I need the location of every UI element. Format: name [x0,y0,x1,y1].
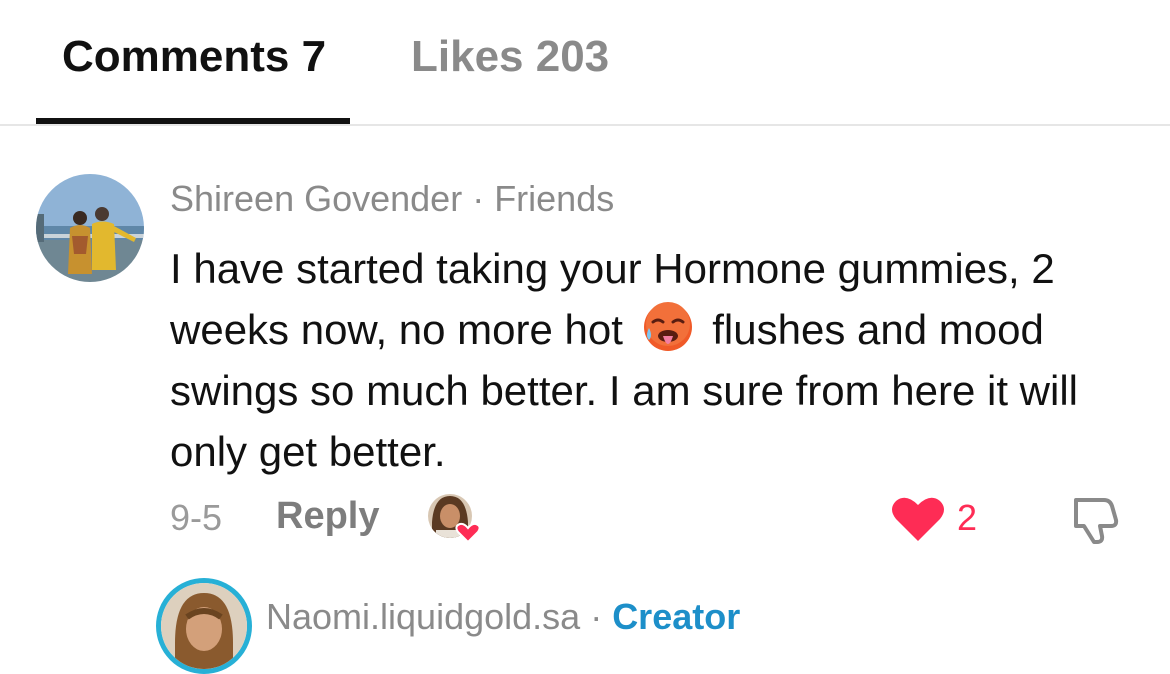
reply-author-separator: · [580,596,613,637]
comment-date: 9-5 [170,497,223,538]
like-heart-icon[interactable] [890,495,946,543]
reply-author-line: Naomi.liquidgold.sa · Creator [266,596,740,638]
tab-likes[interactable]: Likes 203 [411,32,609,82]
comment-body: I have started taking your Hormone gummi… [170,238,1150,482]
tab-comments[interactable]: Comments 7 [62,32,326,82]
reply-author-name[interactable]: Naomi.liquidgold.sa [266,596,580,637]
author-separator: · [462,178,495,219]
active-tab-indicator [36,118,350,124]
comment-author-line: Shireen Govender · Friends [170,178,614,220]
like-count: 2 [957,497,978,538]
reply-button[interactable]: Reply [276,495,379,538]
tab-bar: Comments 7 Likes 203 [0,0,1170,126]
comment-author-name[interactable]: Shireen Govender [170,178,462,219]
creator-badge: Creator [612,596,741,637]
author-relation-label: Friends [494,178,615,219]
reply-author-avatar[interactable] [156,578,252,674]
creator-liked-avatar [426,492,486,548]
dislike-thumb-down-icon[interactable] [1068,494,1124,546]
hot-face-emoji-icon [641,300,695,354]
commenter-avatar[interactable] [36,174,144,282]
